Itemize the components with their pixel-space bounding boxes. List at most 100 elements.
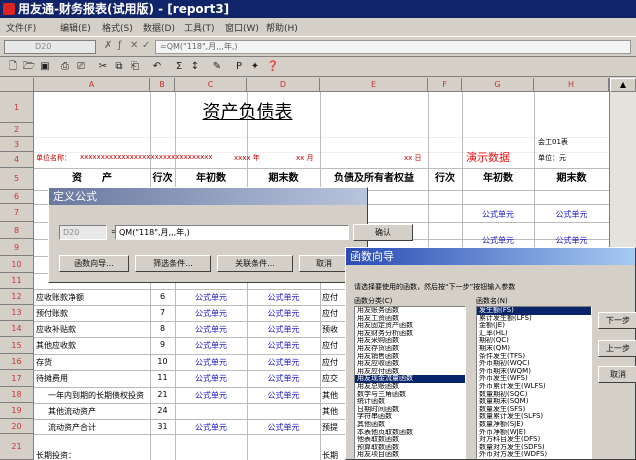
menu-format[interactable]: 格式(S) <box>102 21 133 34</box>
row-header[interactable]: 21 <box>0 434 34 460</box>
function-item[interactable]: 数量对方发生(SDFS) <box>477 444 591 452</box>
begin-value[interactable]: 公式单元 <box>175 422 247 433</box>
formula-cell-g7[interactable]: 公式单元 <box>462 209 534 220</box>
col-header-c[interactable]: C <box>175 78 247 92</box>
formula-cell-h8[interactable]: 公式单元 <box>534 235 609 246</box>
end-value[interactable]: 公式单元 <box>247 373 320 384</box>
category-item[interactable]: 用友应收函数 <box>355 360 465 368</box>
format-painter-icon[interactable]: ✎ <box>210 59 224 74</box>
row-header[interactable]: 5 <box>0 168 34 190</box>
function-item[interactable]: 数量累计发生(SLFS) <box>477 413 591 421</box>
formula-cell-g8[interactable]: 公式单元 <box>462 235 534 246</box>
function-item[interactable]: 外币发生(WFS) <box>477 375 591 383</box>
print-preview-icon[interactable]: ⎙ <box>58 59 72 74</box>
begin-value[interactable]: 公式单元 <box>175 373 247 384</box>
confirm-edit-icon[interactable]: ✓ <box>142 40 150 51</box>
save-icon[interactable]: ▣ <box>38 59 52 74</box>
row-header[interactable]: 12 <box>0 289 34 305</box>
row-header[interactable]: 15 <box>0 337 34 354</box>
open-folder-icon[interactable]: 🗁 <box>22 59 36 74</box>
menu-help[interactable]: 帮助(H) <box>266 21 298 34</box>
menu-edit[interactable]: 编辑(E) <box>60 21 91 34</box>
wizard-cancel-button[interactable]: 取消 <box>598 366 636 383</box>
cut-icon[interactable]: ✂ <box>96 59 110 74</box>
function-wizard-button[interactable]: 函数向导... <box>59 255 129 272</box>
fx-icon[interactable]: ƒ <box>118 40 122 51</box>
new-file-icon[interactable]: 🗋 <box>6 59 20 74</box>
col-header-f[interactable]: F <box>428 78 462 92</box>
col-header-b[interactable]: B <box>150 78 175 92</box>
undo-icon[interactable]: ↶ <box>150 59 164 74</box>
row-header[interactable]: 19 <box>0 403 34 419</box>
col-header-a[interactable]: A <box>34 78 150 92</box>
row-header[interactable]: 4 <box>0 152 34 168</box>
row-header[interactable]: 16 <box>0 354 34 370</box>
cancel-edit-icon[interactable]: ✗ <box>104 40 112 51</box>
formula-field[interactable]: QM("118",月,,,年,) <box>115 225 349 240</box>
begin-value[interactable]: 公式单元 <box>175 308 247 319</box>
scroll-up-icon[interactable]: ▲ <box>610 78 636 92</box>
category-item[interactable]: 他表取数函数 <box>355 436 465 444</box>
category-item[interactable]: 用友存货函数 <box>355 345 465 353</box>
category-item[interactable]: 用友财务分析函数 <box>355 330 465 338</box>
category-item[interactable]: 用友项目函数 <box>355 451 465 458</box>
copy-icon[interactable]: ⧉ <box>112 59 126 74</box>
function-item[interactable]: 累计发生额(LFS) <box>477 315 591 323</box>
col-header-g[interactable]: G <box>462 78 534 92</box>
category-item[interactable]: 用友固定资产函数 <box>355 322 465 330</box>
paint-icon[interactable]: ✦ <box>248 59 262 74</box>
category-item[interactable]: 统计函数 <box>355 398 465 406</box>
back-step-button[interactable]: 上一步 <box>598 340 636 357</box>
help-icon[interactable]: ❓ <box>266 59 280 74</box>
function-item[interactable]: 数量期初(SQC) <box>477 391 591 399</box>
menu-window[interactable]: 窗口(W) <box>225 21 259 34</box>
next-step-button[interactable]: 下一步 <box>598 312 636 329</box>
insert-chart-icon[interactable]: P <box>232 59 246 74</box>
menu-tools[interactable]: 工具(T) <box>184 21 215 34</box>
begin-value[interactable]: 公式单元 <box>175 357 247 368</box>
row-header[interactable]: 2 <box>0 123 34 137</box>
end-value[interactable]: 公式单元 <box>247 390 320 401</box>
category-item[interactable]: 本表他页取数函数 <box>355 429 465 437</box>
begin-value[interactable]: 公式单元 <box>175 390 247 401</box>
function-item[interactable]: 外币期初(WQC) <box>477 360 591 368</box>
end-value[interactable]: 公式单元 <box>247 340 320 351</box>
row-header[interactable]: 13 <box>0 305 34 321</box>
function-item[interactable]: 数量净额(SJE) <box>477 421 591 429</box>
function-item[interactable]: 外币累计发生(WLFS) <box>477 383 591 391</box>
print-icon[interactable]: ⎚ <box>74 59 88 74</box>
end-value[interactable]: 公式单元 <box>247 422 320 433</box>
category-item[interactable]: 用友销售函数 <box>355 353 465 361</box>
row-header[interactable]: 1 <box>0 92 34 123</box>
category-item[interactable]: 用友总账函数 <box>355 383 465 391</box>
begin-value[interactable]: 公式单元 <box>175 340 247 351</box>
corner-header[interactable] <box>0 78 34 92</box>
formula-cell-h7[interactable]: 公式单元 <box>534 209 609 220</box>
function-item[interactable]: 数量发生(SFS) <box>477 406 591 414</box>
function-item[interactable]: 对方科目发生(DFS) <box>477 436 591 444</box>
col-header-e[interactable]: E <box>320 78 428 92</box>
row-header[interactable]: 20 <box>0 419 34 434</box>
function-item[interactable]: 发生额(FS) <box>477 307 591 315</box>
row-header[interactable]: 3 <box>0 137 34 152</box>
row-header[interactable]: 7 <box>0 204 34 222</box>
function-name-list[interactable]: 发生额(FS) 累计发生额(LFS) 金额(JE) 汇率(HL) 期初(QC) 期末(QM… <box>476 306 592 459</box>
row-header[interactable]: 17 <box>0 370 34 387</box>
row-header[interactable]: 18 <box>0 387 34 403</box>
category-item[interactable]: 用友工资函数 <box>355 315 465 323</box>
row-header[interactable]: 6 <box>0 190 34 204</box>
menu-file[interactable]: 文件(F) <box>6 21 36 34</box>
menu-data[interactable]: 数据(D) <box>143 21 175 34</box>
row-header[interactable]: 14 <box>0 321 34 337</box>
end-value[interactable]: 公式单元 <box>247 357 320 368</box>
cancel-button[interactable]: 取消 <box>299 255 349 272</box>
relation-condition-button[interactable]: 关联条件... <box>217 255 293 272</box>
category-item[interactable]: 用友账务函数 <box>355 307 465 315</box>
cell-reference-box[interactable]: D20 <box>4 40 96 54</box>
ok-button[interactable]: 确认 <box>353 224 413 241</box>
function-item[interactable]: 金额(JE) <box>477 322 591 330</box>
col-header-h[interactable]: H <box>534 78 609 92</box>
category-item[interactable]: 日期时间函数 <box>355 406 465 414</box>
formula-input[interactable]: =QM("118",月,,,年,) <box>155 40 631 54</box>
function-item[interactable]: 汇率(HL) <box>477 330 591 338</box>
